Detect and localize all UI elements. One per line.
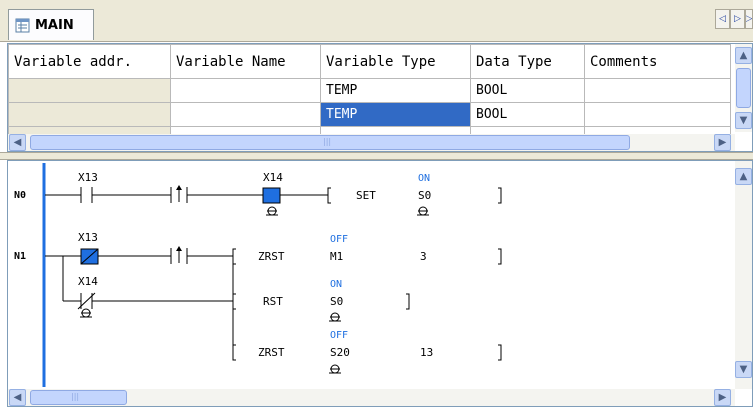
ladder-scroll-down-button[interactable]: ▼	[735, 361, 752, 378]
tab-main-label: MAIN	[35, 17, 74, 33]
tab-more-button[interactable]: ▷	[745, 9, 753, 29]
right-bracket	[406, 293, 410, 310]
right-bracket	[498, 344, 502, 361]
lock-icon	[329, 364, 341, 374]
lock-icon	[80, 308, 92, 318]
tab-scroll-arrows: ◁ ▷ ▷	[715, 9, 753, 29]
tab-prev-button[interactable]: ◁	[715, 9, 730, 29]
ladder-editor: N0 N1 X13 X14 SET ON S0 X13 ZRST OFF M1 …	[7, 160, 753, 407]
status-value: ON	[418, 173, 430, 184]
instruction-operand: S0	[330, 295, 343, 308]
lock-icon	[329, 312, 341, 322]
instruction-op: SET	[356, 189, 376, 202]
rising-edge-icon[interactable]	[170, 246, 188, 264]
tab-next-button[interactable]: ▷	[730, 9, 745, 29]
cell-addr[interactable]	[8, 102, 171, 127]
col-data-type[interactable]: Data Type	[470, 44, 585, 79]
rung-n1: X13 ZRST OFF M1 3 X14 RST ON S0 ZRST OFF…	[45, 231, 502, 374]
status-value: OFF	[330, 234, 348, 245]
grid-scroll-down-button[interactable]: ▼	[735, 112, 752, 129]
grid-scroll-left-button[interactable]: ◀	[9, 134, 26, 151]
ladder-scroll-right-button[interactable]: ▶	[714, 389, 731, 406]
instruction-op: ZRST	[258, 346, 285, 359]
cell-comments[interactable]	[584, 102, 731, 127]
contact-label: X14	[263, 171, 283, 184]
normally-open-contact-icon[interactable]	[80, 187, 93, 203]
col-variable-name[interactable]: Variable Name	[170, 44, 321, 79]
grid-hscroll-grip: |||	[323, 137, 332, 146]
panel-splitter[interactable]	[0, 152, 753, 160]
right-bracket	[498, 248, 502, 265]
right-bracket	[498, 187, 502, 204]
cell-type-selected[interactable]: TEMP	[320, 102, 471, 127]
table-row[interactable]: TEMP BOOL	[8, 102, 731, 127]
grid-vscroll-thumb[interactable]	[736, 68, 751, 108]
instruction-operand: S20	[330, 346, 350, 359]
instruction-operand-2: 3	[420, 250, 427, 263]
status-value: ON	[330, 279, 342, 290]
grid-scroll-right-button[interactable]: ▶	[714, 134, 731, 151]
ladder-vertical-scrollbar[interactable]: ▲ ▼	[735, 161, 752, 389]
lock-icon	[266, 206, 278, 216]
tab-bar: MAIN ◁ ▷ ▷	[0, 0, 753, 42]
instruction-operand: M1	[330, 250, 343, 263]
cell-type[interactable]: TEMP	[320, 78, 471, 103]
ladder-program-icon	[15, 18, 30, 32]
grid-vertical-scrollbar[interactable]: ▲ ▼	[735, 44, 752, 132]
grid-horizontal-scrollbar[interactable]: ◀ ||| ▶	[8, 134, 735, 151]
left-bracket	[232, 248, 236, 265]
col-variable-addr[interactable]: Variable addr.	[8, 44, 171, 79]
variable-grid: Variable addr. Variable Name Variable Ty…	[7, 43, 753, 152]
instruction-operand-2: 13	[420, 346, 433, 359]
ladder-scroll-up-button[interactable]: ▲	[735, 168, 752, 185]
table-row[interactable]: TEMP BOOL	[8, 78, 731, 103]
col-variable-type[interactable]: Variable Type	[320, 44, 471, 79]
ladder-horizontal-scrollbar[interactable]: ◀ ||| ▶	[8, 389, 735, 406]
ladder-scroll-left-button[interactable]: ◀	[9, 389, 26, 406]
left-bracket	[327, 187, 331, 204]
variable-table-header: Variable addr. Variable Name Variable Ty…	[8, 44, 731, 79]
cell-data-type[interactable]: BOOL	[470, 102, 585, 127]
left-bracket	[232, 293, 236, 310]
ladder-canvas[interactable]: N0 N1 X13 X14 SET ON S0 X13 ZRST OFF M1 …	[8, 161, 734, 389]
contact-label: X14	[78, 275, 98, 288]
cell-data-type[interactable]: BOOL	[470, 78, 585, 103]
ladder-hscroll-grip: |||	[71, 392, 80, 401]
grid-scroll-up-button[interactable]: ▲	[735, 47, 752, 64]
energized-contact-icon[interactable]	[262, 187, 281, 204]
lock-icon	[417, 206, 429, 216]
normally-closed-contact-icon[interactable]	[80, 248, 99, 265]
rung-label-n0: N0	[14, 190, 26, 201]
contact-label: X13	[78, 171, 98, 184]
instruction-operand: S0	[418, 189, 431, 202]
status-value: OFF	[330, 330, 348, 341]
cell-name[interactable]	[170, 78, 321, 103]
instruction-op: RST	[263, 295, 283, 308]
rung-n0: X13 X14 SET ON S0	[45, 171, 502, 216]
left-bracket	[232, 344, 236, 361]
contact-label: X13	[78, 231, 98, 244]
col-comments[interactable]: Comments	[584, 44, 731, 79]
cell-name[interactable]	[170, 102, 321, 127]
rung-label-n1: N1	[14, 251, 26, 262]
cell-comments[interactable]	[584, 78, 731, 103]
cell-addr[interactable]	[8, 78, 171, 103]
tab-main[interactable]: MAIN	[8, 9, 94, 40]
rising-edge-icon[interactable]	[170, 185, 188, 203]
instruction-op: ZRST	[258, 250, 285, 263]
